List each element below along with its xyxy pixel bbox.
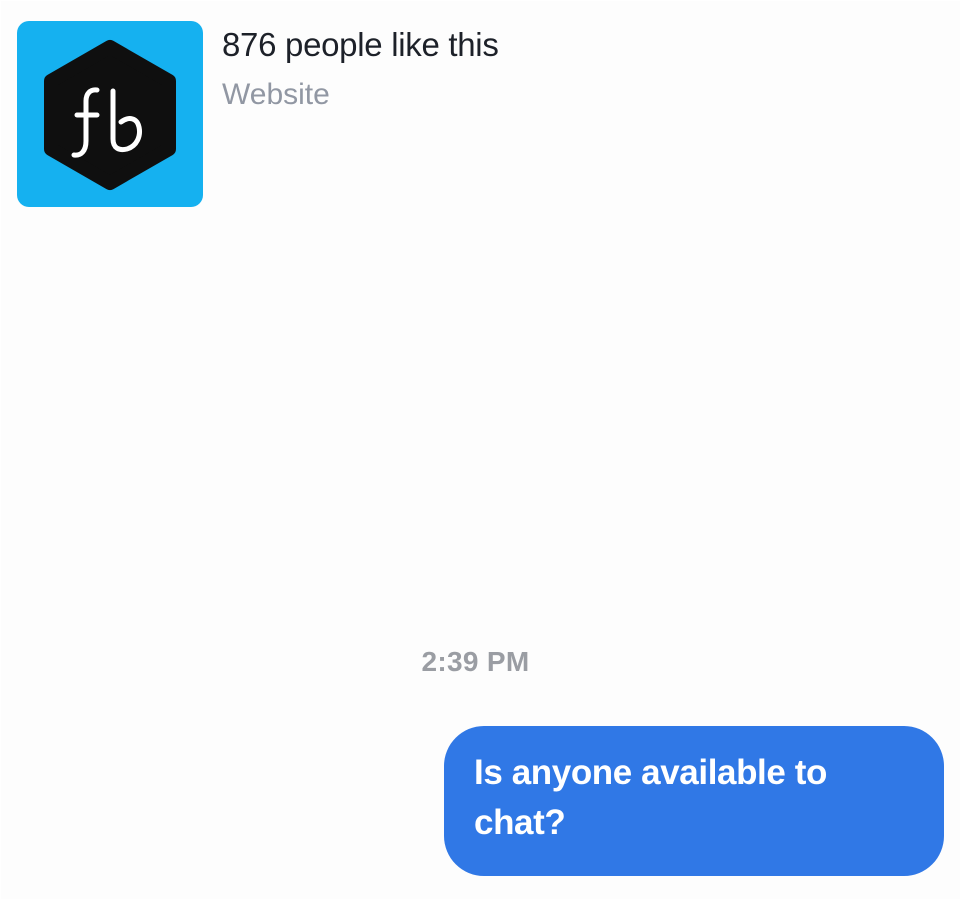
page-category: Website [222,78,330,111]
page-meta: 876 people like this Website [222,25,499,115]
message-text: Is anyone available to chat? [474,753,828,842]
message-timestamp-text: 2:39 PM [421,646,530,677]
page-avatar[interactable] [17,21,203,207]
page-likes-count: 876 people like this [222,26,499,63]
outgoing-message-bubble[interactable]: Is anyone available to chat? [444,726,944,876]
page-header: 876 people like this Website [17,21,717,211]
chat-window: 876 people like this Website 2:39 PM Is … [0,0,961,900]
fb-hexagon-logo-icon [44,40,176,190]
message-timestamp: 2:39 PM [1,646,961,678]
